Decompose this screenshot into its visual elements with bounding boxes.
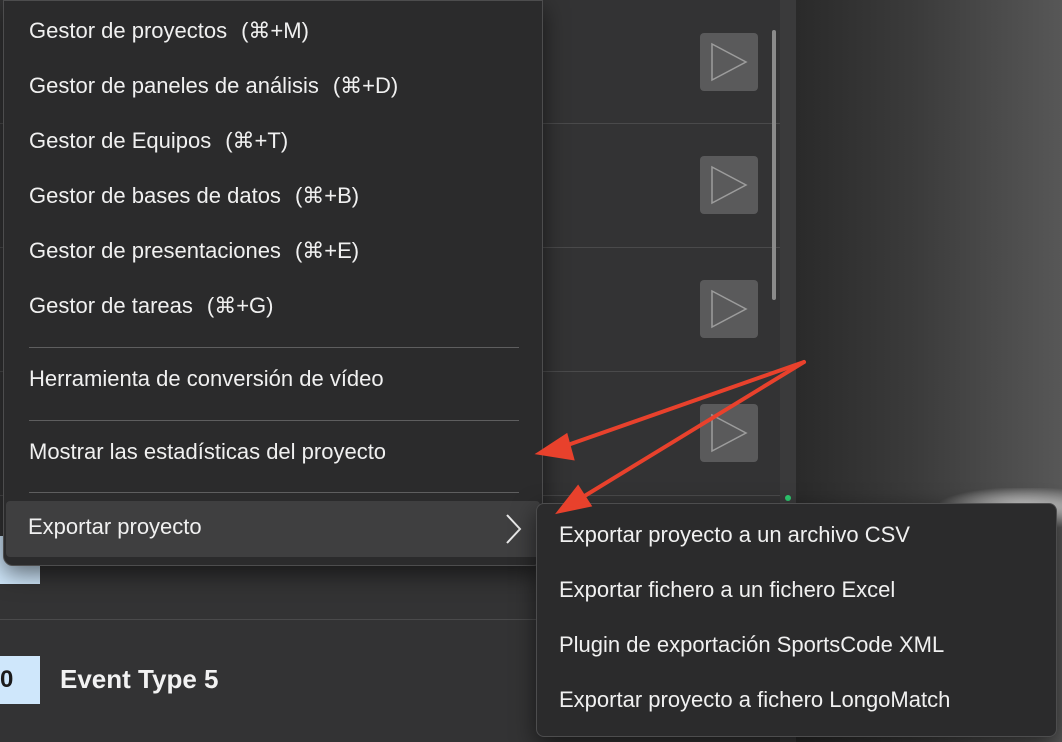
menu-item-shortcut: (⌘+M)	[241, 18, 309, 43]
menu-item-label: Gestor de proyectos	[29, 18, 228, 43]
play-button[interactable]	[700, 156, 758, 214]
menu-item-shortcut: (⌘+B)	[294, 183, 360, 208]
menu-item-project-stats[interactable]: Mostrar las estadísticas del proyecto	[29, 438, 386, 466]
export-submenu: Exportar proyecto a un archivo CSV Expor…	[536, 503, 1057, 737]
tools-menu: Gestor de proyectos (⌘+M) Gestor de panel…	[3, 0, 543, 566]
menu-item-label: Gestor de presentaciones	[29, 238, 281, 263]
play-button[interactable]	[700, 33, 758, 91]
menu-item-shortcut: (⌘+T)	[225, 128, 289, 153]
submenu-item-export-csv[interactable]: Exportar proyecto a un archivo CSV	[559, 521, 910, 549]
menu-item-shortcut: (⌘+D)	[332, 73, 399, 98]
menu-item-database-manager[interactable]: Gestor de bases de datos (⌘+B)	[29, 182, 359, 210]
event-name: Event Type 5	[60, 664, 219, 694]
menu-item-export-project[interactable]: Exportar proyecto	[6, 501, 540, 557]
menu-item-label: Gestor de paneles de análisis	[29, 73, 319, 98]
menu-item-presentation-manager[interactable]: Gestor de presentaciones (⌘+E)	[29, 237, 359, 265]
menu-separator	[29, 347, 519, 348]
menu-item-video-converter[interactable]: Herramienta de conversión de vídeo	[29, 365, 384, 393]
play-icon	[711, 413, 748, 453]
play-icon	[711, 165, 748, 205]
menu-item-task-manager[interactable]: Gestor de tareas (⌘+G)	[29, 292, 274, 320]
submenu-item-export-longomatch[interactable]: Exportar proyecto a fichero LongoMatch	[559, 686, 950, 714]
menu-item-label: Gestor de Equipos	[29, 128, 212, 153]
chevron-right-icon	[503, 513, 523, 550]
menu-item-label: Gestor de tareas	[29, 293, 193, 318]
menu-item-shortcut: (⌘+E)	[294, 238, 360, 263]
event-badge: 0	[0, 656, 40, 704]
list-scrollbar[interactable]	[772, 30, 776, 300]
play-icon	[711, 289, 748, 329]
submenu-item-export-excel[interactable]: Exportar fichero a un fichero Excel	[559, 576, 895, 604]
play-button[interactable]	[700, 404, 758, 462]
play-button[interactable]	[700, 280, 758, 338]
app-window: 0 Event Type 5 Gestor de proyectos (⌘+M) …	[0, 0, 1062, 742]
menu-item-label: Gestor de bases de datos	[29, 183, 281, 208]
menu-item-team-manager[interactable]: Gestor de Equipos (⌘+T)	[29, 127, 288, 155]
menu-item-shortcut: (⌘+G)	[206, 293, 274, 318]
menu-item-project-manager[interactable]: Gestor de proyectos (⌘+M)	[29, 17, 309, 45]
submenu-item-export-sportscode[interactable]: Plugin de exportación SportsCode XML	[559, 631, 944, 659]
menu-item-dashboard-manager[interactable]: Gestor de paneles de análisis (⌘+D)	[29, 72, 398, 100]
menu-separator	[29, 492, 519, 493]
play-icon	[711, 42, 748, 82]
menu-separator	[29, 420, 519, 421]
status-dot	[785, 495, 791, 501]
menu-item-label: Exportar proyecto	[28, 514, 202, 539]
